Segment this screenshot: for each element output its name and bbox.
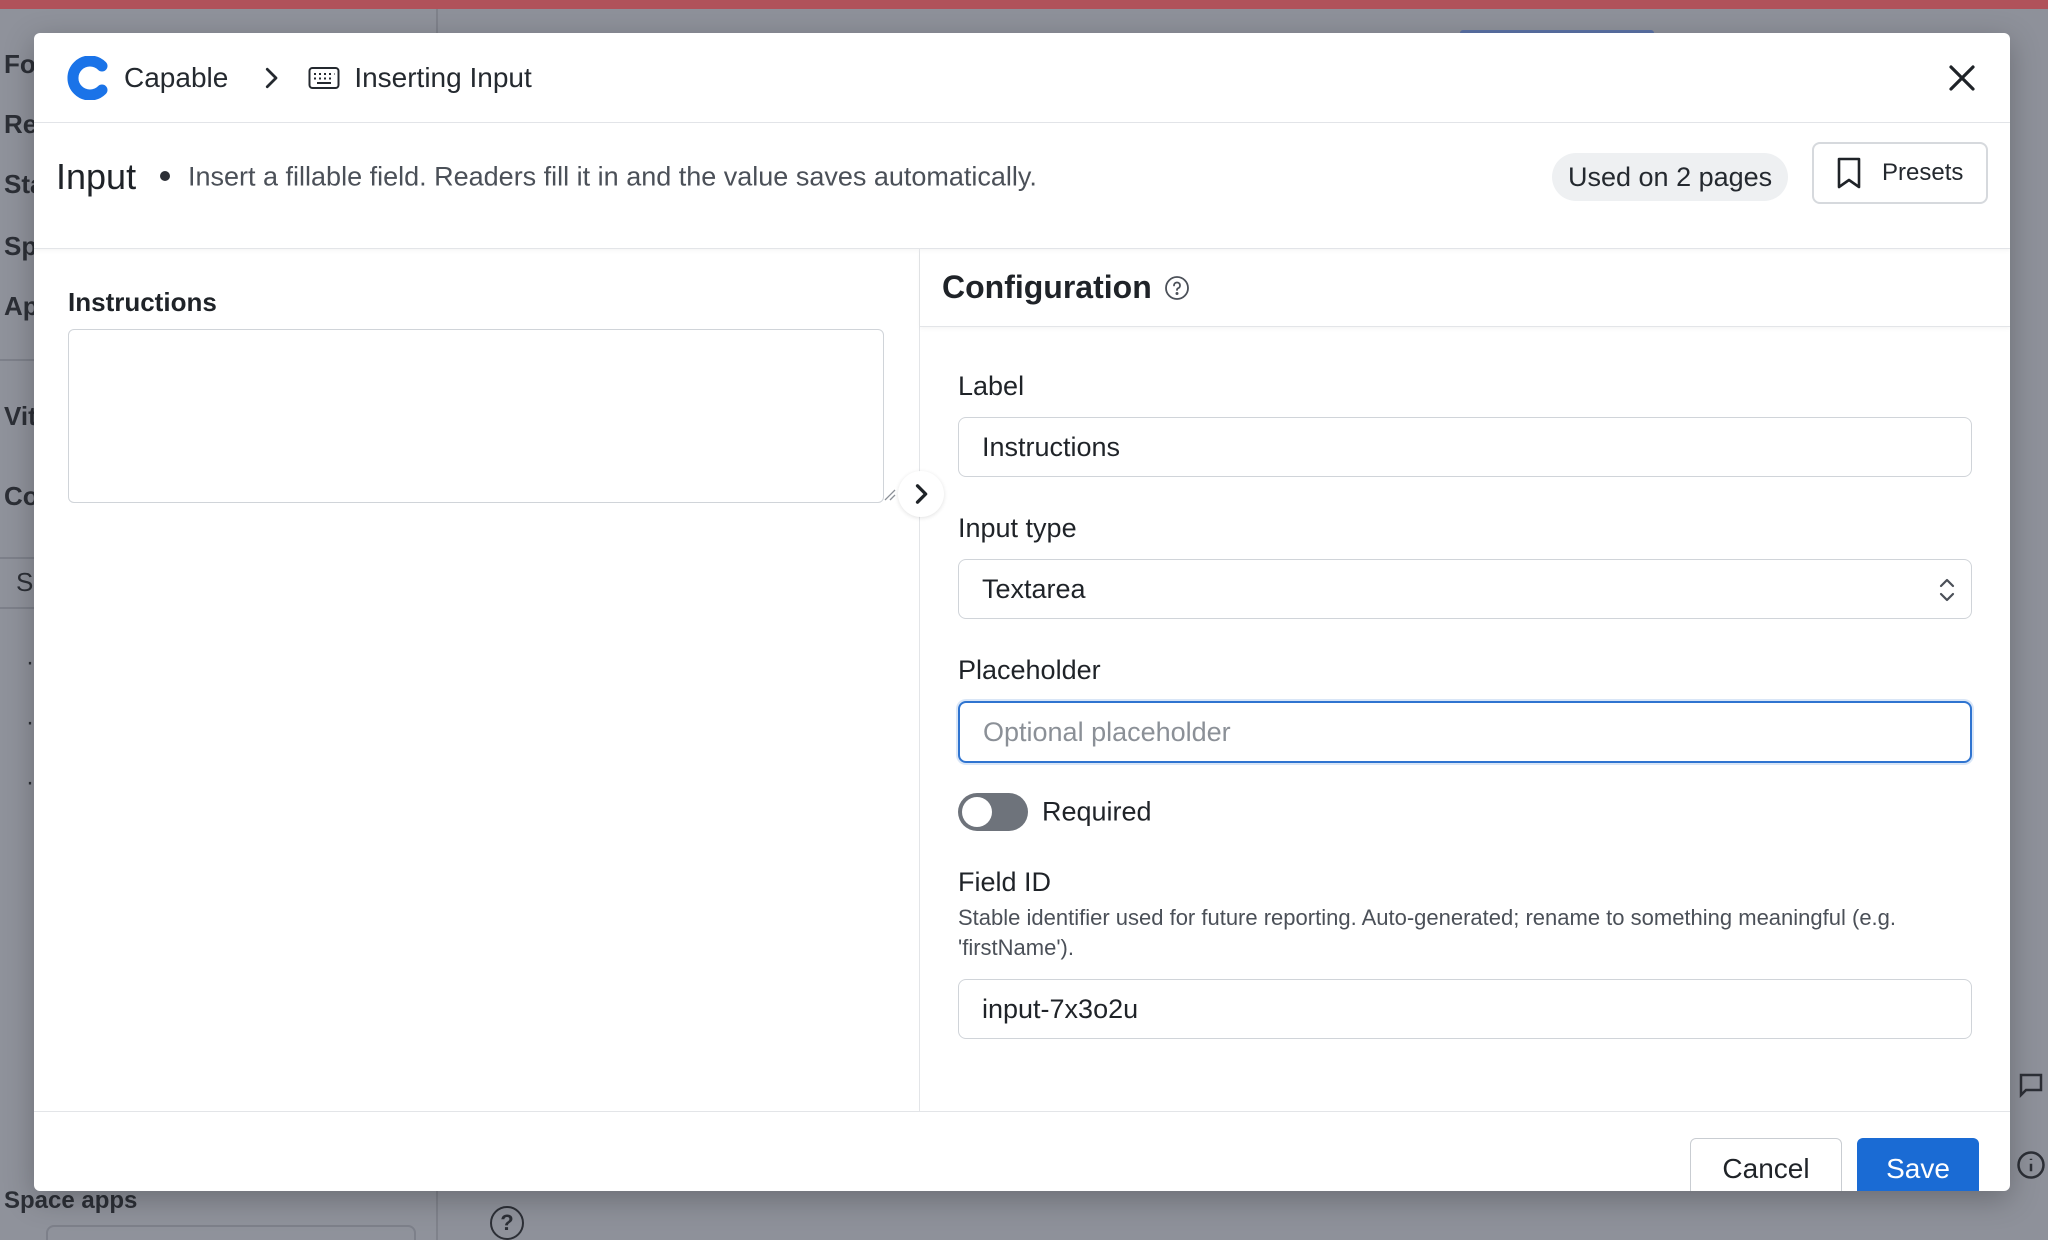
usage-badge[interactable]: Used on 2 pages <box>1552 153 1789 201</box>
field-id-input[interactable] <box>958 979 1972 1039</box>
field-id-help-text: Stable identifier used for future report… <box>958 905 1897 960</box>
separator-dot <box>160 171 170 181</box>
help-icon: ? <box>490 1206 524 1240</box>
list-item: · <box>26 769 34 796</box>
chevron-right-icon <box>266 67 278 88</box>
cancel-button[interactable]: Cancel <box>1690 1138 1842 1191</box>
preview-textarea[interactable] <box>68 329 884 503</box>
info-icon <box>2016 1150 2048 1182</box>
preview-panel: Instructions <box>34 249 920 1111</box>
sidebar-item: Sp <box>4 231 38 261</box>
presets-label: Presets <box>1882 159 1964 186</box>
label-input[interactable] <box>958 417 1972 477</box>
capable-logo-icon <box>67 55 108 100</box>
component-info-bar: Input Insert a fillable field. Readers f… <box>34 123 2010 249</box>
configuration-header: Configuration <box>920 249 2010 327</box>
sidebar-item: Vit <box>4 401 37 431</box>
required-toggle[interactable] <box>958 793 1028 831</box>
breadcrumb-current: Inserting Input <box>354 61 532 93</box>
close-icon[interactable] <box>1942 58 1982 98</box>
sidebar-section-label: Space apps <box>4 1187 138 1214</box>
toggle-knob <box>962 797 992 827</box>
help-circle-icon[interactable] <box>1164 275 1190 301</box>
placeholder-field-label: Placeholder <box>958 655 1101 685</box>
sidebar-bottom-button <box>46 1225 416 1240</box>
comment-icon <box>2016 1070 2048 1102</box>
label-field-label: Label <box>958 371 1025 401</box>
configuration-panel: Configuration Label Input type Textarea … <box>920 249 2010 1111</box>
required-label: Required <box>1042 796 1152 827</box>
placeholder-input[interactable] <box>958 701 1972 763</box>
field-id-label: Field ID <box>958 867 1052 897</box>
preview-field-label: Instructions <box>68 287 217 317</box>
resize-handle-icon[interactable] <box>882 487 896 501</box>
dialog-footer: Cancel Save <box>34 1111 2010 1191</box>
input-type-value: Textarea <box>982 573 1086 604</box>
presets-button[interactable]: Presets <box>1812 142 1988 204</box>
sidebar-item: Re <box>4 109 38 139</box>
keyboard-icon <box>308 66 340 89</box>
list-item: · <box>26 649 34 676</box>
input-type-select[interactable]: Textarea <box>958 559 1972 619</box>
dialog-header: Capable Inserting Input <box>34 33 2010 123</box>
sidebar-search-hint: S <box>16 567 34 597</box>
sidebar-item: Fo <box>4 49 36 79</box>
insert-input-dialog: Capable Inserting Input Input Insert a f… <box>34 33 2010 1191</box>
bookmark-icon <box>1837 157 1861 189</box>
list-item: · <box>26 709 34 736</box>
component-title: Input <box>56 156 137 197</box>
component-description: Insert a fillable field. Readers fill it… <box>188 161 1037 192</box>
save-button[interactable]: Save <box>1857 1138 1979 1191</box>
input-type-label: Input type <box>958 513 1077 543</box>
chevron-updown-icon <box>1939 578 1955 602</box>
app-topbar <box>0 0 2048 9</box>
breadcrumb-app[interactable]: Capable <box>124 62 228 94</box>
configuration-title: Configuration <box>942 269 1152 305</box>
